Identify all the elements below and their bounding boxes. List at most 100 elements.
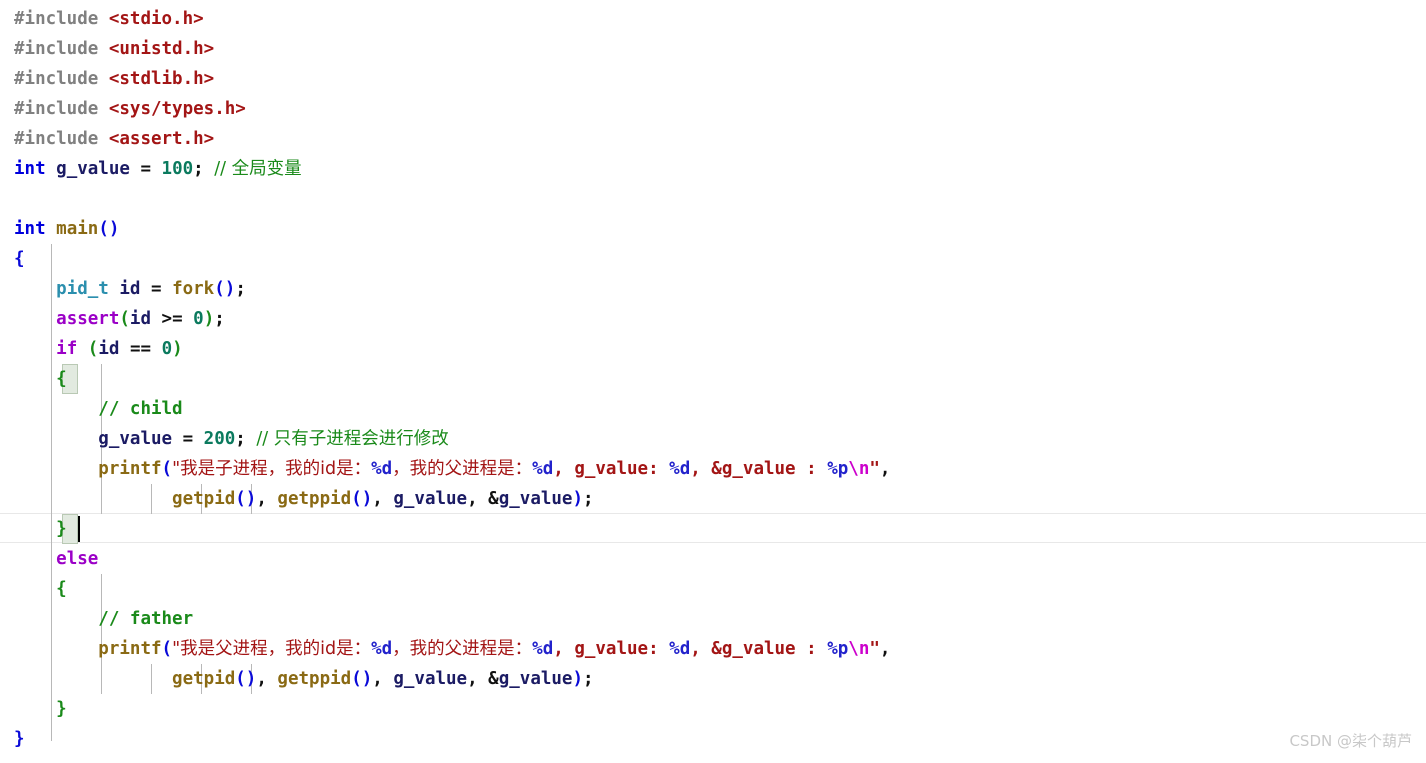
token-operator-assign: = bbox=[172, 429, 204, 449]
token-function-getpid: getpid bbox=[172, 669, 236, 689]
token-function-getpid: getpid bbox=[172, 489, 236, 509]
token-identifier-id: id bbox=[119, 279, 141, 299]
token-parens: () bbox=[214, 279, 236, 299]
token-number-0: 0 bbox=[161, 339, 173, 359]
token-number-0: 0 bbox=[193, 309, 204, 329]
code-line-8[interactable]: int main() bbox=[14, 214, 1426, 244]
token-parens: () bbox=[235, 489, 257, 509]
token-semicolon: ; bbox=[193, 159, 215, 179]
token-identifier-g-value: g_value bbox=[56, 159, 130, 179]
code-line-11[interactable]: assert(id >= 0); bbox=[14, 304, 1426, 334]
code-line-5[interactable]: #include <assert.h> bbox=[14, 124, 1426, 154]
code-line-24[interactable]: } bbox=[14, 694, 1426, 724]
code-line-20[interactable]: { bbox=[14, 574, 1426, 604]
token-semicolon: ; bbox=[235, 429, 257, 449]
code-line-3[interactable]: #include <stdlib.h> bbox=[14, 64, 1426, 94]
token-format-d: %d bbox=[532, 459, 554, 479]
code-line-21[interactable]: // father bbox=[14, 604, 1426, 634]
code-line-6[interactable]: int g_value = 100; // 全局变量 bbox=[14, 154, 1426, 184]
token-paren-close: ) bbox=[172, 339, 183, 359]
token-string-my-parent-is: ，我的父进程是： bbox=[392, 459, 533, 479]
token-format-p: %p bbox=[827, 639, 849, 659]
token-operator-assign: = bbox=[140, 279, 173, 299]
token-identifier-id: id bbox=[129, 309, 151, 329]
token-header-stdlib: <stdlib.h> bbox=[108, 69, 215, 89]
token-paren-close: ) bbox=[572, 669, 584, 689]
code-line-22[interactable]: printf("我是父进程，我的id是：%d，我的父进程是：%d, g_valu… bbox=[14, 634, 1426, 664]
token-identifier-g-value: g_value bbox=[393, 669, 468, 689]
token-string-gvalue-label: , g_value: bbox=[553, 639, 670, 659]
token-header-stdio: <stdio.h> bbox=[108, 9, 204, 29]
token-comma: , bbox=[879, 459, 891, 479]
token-string-father-prefix: "我是父进程，我的id是： bbox=[172, 639, 372, 659]
code-line-19[interactable]: else bbox=[14, 544, 1426, 574]
token-function-printf: printf bbox=[98, 639, 162, 659]
token-format-p: %p bbox=[827, 459, 849, 479]
token-number-100: 100 bbox=[161, 159, 194, 179]
token-comment-only-child-modifies: // 只有子进程会进行修改 bbox=[256, 429, 449, 449]
token-keyword-else: else bbox=[56, 549, 99, 569]
token-identifier-id: id bbox=[98, 339, 120, 359]
code-line-4[interactable]: #include <sys/types.h> bbox=[14, 94, 1426, 124]
token-paren-open: ( bbox=[119, 309, 130, 329]
code-line-17[interactable]: getpid(), getppid(), g_value, &g_value); bbox=[14, 484, 1426, 514]
code-line-2[interactable]: #include <unistd.h> bbox=[14, 34, 1426, 64]
token-comma: , bbox=[372, 489, 394, 509]
token-paren-open: ( bbox=[87, 339, 99, 359]
token-function-printf: printf bbox=[98, 459, 162, 479]
code-line-16[interactable]: printf("我是子进程，我的id是：%d，我的父进程是：%d, g_valu… bbox=[14, 454, 1426, 484]
token-operator-assign: = bbox=[129, 159, 162, 179]
text-cursor bbox=[78, 516, 80, 542]
token-comma: , bbox=[256, 669, 278, 689]
token-comment-global-var: // 全局变量 bbox=[214, 159, 302, 179]
token-parens: () bbox=[351, 669, 373, 689]
token-keyword-int: int bbox=[14, 159, 46, 179]
csdn-watermark: CSDN @柒个葫芦 bbox=[1289, 732, 1412, 750]
token-brace-close-main: } bbox=[14, 729, 25, 749]
token-brace-open-if: { bbox=[56, 369, 67, 389]
token-function-main: main bbox=[56, 219, 99, 239]
token-include-directive: #include bbox=[14, 39, 99, 59]
token-escape-newline: \n bbox=[848, 459, 870, 479]
token-paren-close: ) bbox=[572, 489, 584, 509]
token-brace-open-main: { bbox=[14, 249, 25, 269]
token-include-directive: #include bbox=[14, 9, 99, 29]
token-header-unistd: <unistd.h> bbox=[108, 39, 215, 59]
code-line-23[interactable]: getpid(), getppid(), g_value, &g_value); bbox=[14, 664, 1426, 694]
code-line-14[interactable]: // child bbox=[14, 394, 1426, 424]
code-line-15[interactable]: g_value = 200; // 只有子进程会进行修改 bbox=[14, 424, 1426, 454]
token-escape-newline: \n bbox=[848, 639, 870, 659]
code-line-25[interactable]: } bbox=[14, 724, 1426, 754]
token-parens: () bbox=[98, 219, 120, 239]
token-comma: , & bbox=[467, 489, 499, 509]
token-include-directive: #include bbox=[14, 69, 99, 89]
token-brace-close-if: } bbox=[56, 519, 67, 539]
token-string-child-prefix: "我是子进程，我的id是： bbox=[172, 459, 372, 479]
token-number-200: 200 bbox=[203, 429, 236, 449]
code-editor[interactable]: #include <stdio.h> #include <unistd.h> #… bbox=[0, 0, 1426, 763]
code-line-7-blank[interactable] bbox=[14, 184, 1426, 214]
token-paren-open: ( bbox=[161, 639, 173, 659]
token-function-getppid: getppid bbox=[277, 669, 352, 689]
token-type-pid-t: pid_t bbox=[56, 279, 109, 299]
code-line-1[interactable]: #include <stdio.h> bbox=[14, 4, 1426, 34]
token-header-systypes: <sys/types.h> bbox=[108, 99, 246, 119]
code-line-9[interactable]: { bbox=[14, 244, 1426, 274]
code-line-10[interactable]: pid_t id = fork(); bbox=[14, 274, 1426, 304]
code-line-18[interactable]: } bbox=[14, 514, 1426, 544]
token-header-assert: <assert.h> bbox=[108, 129, 215, 149]
token-comma: , bbox=[372, 669, 394, 689]
token-parens: () bbox=[351, 489, 373, 509]
token-operator-gte: >= bbox=[151, 309, 194, 329]
code-line-12[interactable]: if (id == 0) bbox=[14, 334, 1426, 364]
token-format-d: %d bbox=[669, 639, 691, 659]
token-string-quote-close: " bbox=[869, 639, 880, 659]
token-comment-father: // father bbox=[98, 609, 194, 629]
token-semicolon: ; bbox=[235, 279, 246, 299]
code-line-13[interactable]: { bbox=[14, 364, 1426, 394]
token-identifier-g-value: g_value bbox=[498, 489, 573, 509]
token-keyword-int: int bbox=[14, 219, 46, 239]
token-format-d: %d bbox=[371, 639, 393, 659]
token-string-amp-gvalue-label: , &g_value : bbox=[690, 459, 828, 479]
token-identifier-g-value: g_value bbox=[498, 669, 573, 689]
